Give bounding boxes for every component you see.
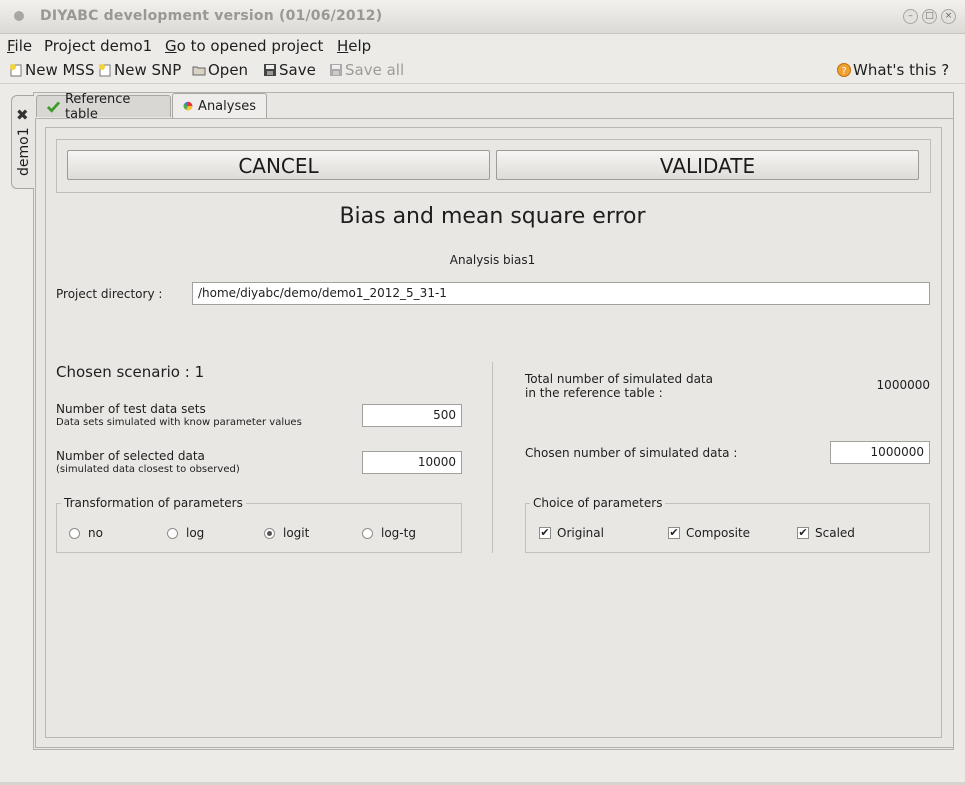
save-button[interactable]: Save [263, 61, 316, 79]
svg-text:?: ? [841, 66, 846, 77]
transformation-group-title: Transformation of parameters [61, 496, 246, 510]
validate-button[interactable]: VALIDATE [496, 150, 919, 180]
project-tab-label: demo1 [16, 127, 32, 176]
total-simulated-label-line1: Total number of simulated data [525, 372, 713, 386]
menu-help-mnemonic: H [337, 37, 349, 55]
menu-project-label: Project demo1 [44, 37, 153, 55]
checkmark-icon [47, 100, 60, 113]
close-project-icon[interactable]: ✖ [16, 106, 29, 124]
checkbox-scaled-box[interactable]: ✔ [797, 527, 809, 539]
folder-icon [192, 66, 206, 76]
chosen-simulated-input[interactable]: 1000000 [830, 441, 930, 464]
test-sets-sublabel: Data sets simulated with know parameter … [56, 417, 302, 428]
radio-log[interactable]: log [167, 526, 204, 540]
checkbox-composite[interactable]: ✔ Composite [668, 526, 750, 540]
total-simulated-label-line2: in the reference table : [525, 386, 663, 400]
new-file-icon [10, 64, 22, 77]
test-sets-input[interactable]: 500 [362, 404, 462, 427]
radio-logit[interactable]: logit [264, 526, 309, 540]
minimize-icon[interactable]: – [903, 9, 918, 24]
pie-chart-icon [183, 101, 193, 111]
chosen-simulated-label: Chosen number of simulated data : [525, 446, 738, 460]
selected-data-sublabel: (simulated data closest to observed) [56, 464, 240, 475]
menu-goto-mnemonic: G [165, 37, 177, 55]
project-tab-demo1[interactable]: ✖ demo1 [11, 95, 34, 189]
checkbox-scaled-label: Scaled [815, 526, 855, 540]
chosen-scenario-label: Chosen scenario : 1 [56, 363, 205, 381]
menu-project[interactable]: Project demo1 [44, 37, 152, 55]
open-label: Open [208, 61, 249, 79]
tab-analyses[interactable]: Analyses [172, 93, 267, 118]
cancel-button[interactable]: CANCEL [67, 150, 490, 180]
new-snp-button[interactable]: New SNP [98, 61, 181, 79]
checkbox-scaled[interactable]: ✔ Scaled [797, 526, 855, 540]
tab-reference-table-label: Reference table [64, 91, 131, 122]
radio-no-indicator[interactable] [69, 527, 80, 539]
checkbox-composite-box[interactable]: ✔ [668, 527, 680, 539]
radio-log-label: log [186, 526, 205, 540]
new-snp-label: New SNP [114, 61, 182, 79]
maximize-icon[interactable]: □ [922, 9, 937, 24]
radio-log-tg-label: log-tg [381, 526, 416, 540]
checkbox-original-box[interactable]: ✔ [539, 527, 551, 539]
selected-data-input[interactable]: 10000 [362, 451, 462, 474]
menu-file-label: ile [14, 37, 33, 55]
total-simulated-value: 1000000 [876, 378, 930, 392]
analysis-name: Analysis bias1 [449, 253, 536, 267]
whats-this-button[interactable]: ? What's this ? [837, 61, 949, 79]
radio-logit-label: logit [283, 526, 310, 540]
menu-help[interactable]: Help [337, 37, 371, 55]
new-file-icon [99, 64, 111, 77]
new-mss-button[interactable]: New MSS [9, 61, 94, 79]
open-button[interactable]: Open [192, 61, 248, 79]
checkbox-original-label: Original [557, 526, 604, 540]
floppy-multi-icon [330, 64, 342, 76]
column-divider [492, 362, 493, 553]
window-title: DIYABC development version (01/06/2012) [40, 8, 383, 24]
menu-help-label: elp [348, 37, 372, 55]
save-all-button[interactable]: Save all [329, 61, 404, 79]
project-directory-field[interactable]: /home/diyabc/demo/demo1_2012_5_31-1 [192, 282, 930, 305]
radio-log-indicator[interactable] [167, 527, 178, 539]
choice-parameters-group-title: Choice of parameters [530, 496, 666, 510]
radio-log-tg[interactable]: log-tg [362, 526, 416, 540]
page-title: Bias and mean square error [339, 204, 646, 229]
checkbox-composite-label: Composite [686, 526, 751, 540]
whats-this-label: What's this ? [853, 61, 950, 79]
project-directory-label: Project directory : [56, 287, 163, 301]
menu-goto-label: o to opened project [176, 37, 324, 55]
radio-log-tg-indicator[interactable] [362, 527, 373, 539]
menu-file[interactable]: File [7, 37, 32, 55]
radio-no[interactable]: no [69, 526, 103, 540]
window-menu-icon[interactable] [14, 11, 24, 21]
checkbox-original[interactable]: ✔ Original [539, 526, 604, 540]
test-sets-label: Number of test data sets [56, 402, 206, 416]
close-icon[interactable]: × [941, 9, 956, 24]
selected-data-label: Number of selected data [56, 449, 205, 463]
radio-logit-indicator[interactable] [264, 527, 275, 539]
title-bar: DIYABC development version (01/06/2012) … [0, 0, 965, 34]
save-all-label: Save all [345, 61, 405, 79]
new-mss-label: New MSS [25, 61, 95, 79]
menu-go-to-project[interactable]: Go to opened project [165, 37, 323, 55]
save-label: Save [279, 61, 316, 79]
tab-reference-table[interactable]: Reference table [36, 92, 171, 122]
help-icon: ? [837, 63, 851, 77]
menu-file-mnemonic: F [7, 37, 15, 55]
floppy-icon [264, 64, 276, 76]
tab-analyses-label: Analyses [198, 98, 256, 114]
radio-no-label: no [88, 526, 103, 540]
